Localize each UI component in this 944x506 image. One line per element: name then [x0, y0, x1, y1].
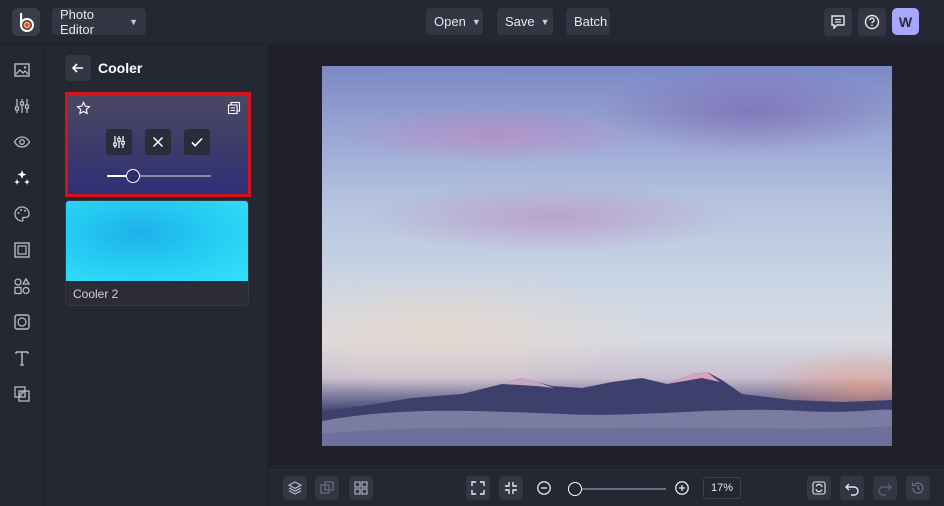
compare-icon: [320, 481, 334, 494]
image-icon: [14, 63, 30, 77]
zoom-percent[interactable]: 17%: [703, 477, 741, 499]
zoom-slider-handle[interactable]: [567, 482, 582, 496]
cancel-effect-button[interactable]: [145, 129, 171, 155]
expand-icon: [471, 481, 485, 495]
collapse-icon: [505, 482, 517, 494]
rail-artsy[interactable]: [12, 204, 32, 224]
active-effect-card: [65, 92, 251, 197]
text-icon: [15, 351, 29, 366]
open-button[interactable]: Open ▼: [426, 8, 483, 35]
help-icon: [864, 14, 880, 30]
fit-screen-button[interactable]: [466, 476, 490, 500]
intensity-slider[interactable]: [107, 169, 211, 183]
effect-settings-button[interactable]: [106, 129, 132, 155]
mountain-landscape-image: [322, 372, 892, 446]
grid-icon: [354, 481, 368, 495]
photo-editor-dropdown[interactable]: Photo Editor ▼: [52, 6, 146, 37]
help-button[interactable]: [858, 8, 886, 36]
overlay-icon: [14, 386, 30, 402]
batch-button[interactable]: Batch: [566, 8, 610, 35]
save-button[interactable]: Save ▼: [497, 8, 553, 35]
actual-size-button[interactable]: [499, 476, 523, 500]
apply-effect-button[interactable]: [184, 129, 210, 155]
befunky-logo-icon: [20, 13, 34, 32]
grid-button[interactable]: [349, 476, 373, 500]
redo-button[interactable]: [873, 476, 897, 500]
rail-textures[interactable]: [12, 312, 32, 332]
panel-title: Cooler: [98, 60, 143, 76]
photo-canvas[interactable]: [322, 66, 892, 446]
undo-button[interactable]: [840, 476, 864, 500]
zoom-slider[interactable]: [567, 482, 666, 496]
sliders-icon: [113, 136, 125, 148]
compare-button[interactable]: [315, 476, 339, 500]
rail-touch-up[interactable]: [12, 132, 32, 152]
left-rail: [0, 45, 45, 506]
open-label: Open: [434, 14, 466, 29]
redo-icon: [878, 483, 892, 496]
feedback-button[interactable]: [824, 8, 852, 36]
top-bar: Photo Editor ▼ Open ▼ Save ▼ Batch W: [0, 0, 944, 44]
arrow-left-icon: [71, 63, 83, 73]
undo-icon: [845, 483, 859, 496]
zoom-in-button[interactable]: [670, 476, 694, 500]
save-label: Save: [505, 14, 535, 29]
bottom-toolbar: 17%: [269, 467, 944, 506]
history-icon: [911, 482, 924, 494]
rail-edit[interactable]: [12, 60, 32, 80]
effects-icon: [14, 170, 30, 185]
rail-effects[interactable]: [12, 168, 32, 188]
avatar[interactable]: W: [892, 8, 919, 35]
duplicate-icon[interactable]: [227, 101, 241, 115]
effect-thumbnail: [66, 201, 248, 281]
batch-label: Batch: [574, 14, 608, 29]
rail-overlays[interactable]: [12, 384, 32, 404]
history-button[interactable]: [906, 476, 930, 500]
star-icon[interactable]: [76, 101, 91, 116]
chat-icon: [831, 15, 845, 30]
reset-image-button[interactable]: [807, 476, 831, 500]
effect-item-cooler-2[interactable]: Cooler 2: [65, 200, 249, 306]
layers-button[interactable]: [283, 476, 307, 500]
back-button[interactable]: [65, 55, 91, 81]
rail-graphics[interactable]: [12, 276, 32, 296]
photo-editor-label: Photo Editor: [60, 6, 94, 37]
zoom-out-button[interactable]: [532, 476, 556, 500]
chevron-down-icon: ▼: [471, 16, 481, 27]
palette-icon: [14, 206, 30, 222]
rail-adjust[interactable]: [12, 96, 32, 116]
adjust-icon: [14, 99, 30, 113]
chevron-down-icon: ▼: [540, 16, 550, 27]
eye-icon: [13, 136, 31, 148]
rail-text[interactable]: [12, 348, 32, 368]
shapes-icon: [14, 277, 31, 295]
rail-frames[interactable]: [12, 240, 32, 260]
close-icon: [152, 136, 164, 148]
frame-icon: [14, 242, 30, 258]
intensity-slider-handle[interactable]: [126, 169, 140, 183]
chevron-down-icon: ▼: [129, 16, 138, 27]
refresh-icon: [812, 481, 826, 495]
zoom-out-icon: [537, 481, 551, 495]
effects-panel: Cooler Cooler 2: [46, 45, 268, 506]
layers-icon: [287, 481, 303, 495]
texture-icon: [14, 314, 30, 330]
zoom-in-icon: [675, 481, 689, 495]
logo[interactable]: [12, 8, 40, 36]
check-icon: [191, 137, 203, 147]
effect-item-label: Cooler 2: [73, 287, 119, 301]
